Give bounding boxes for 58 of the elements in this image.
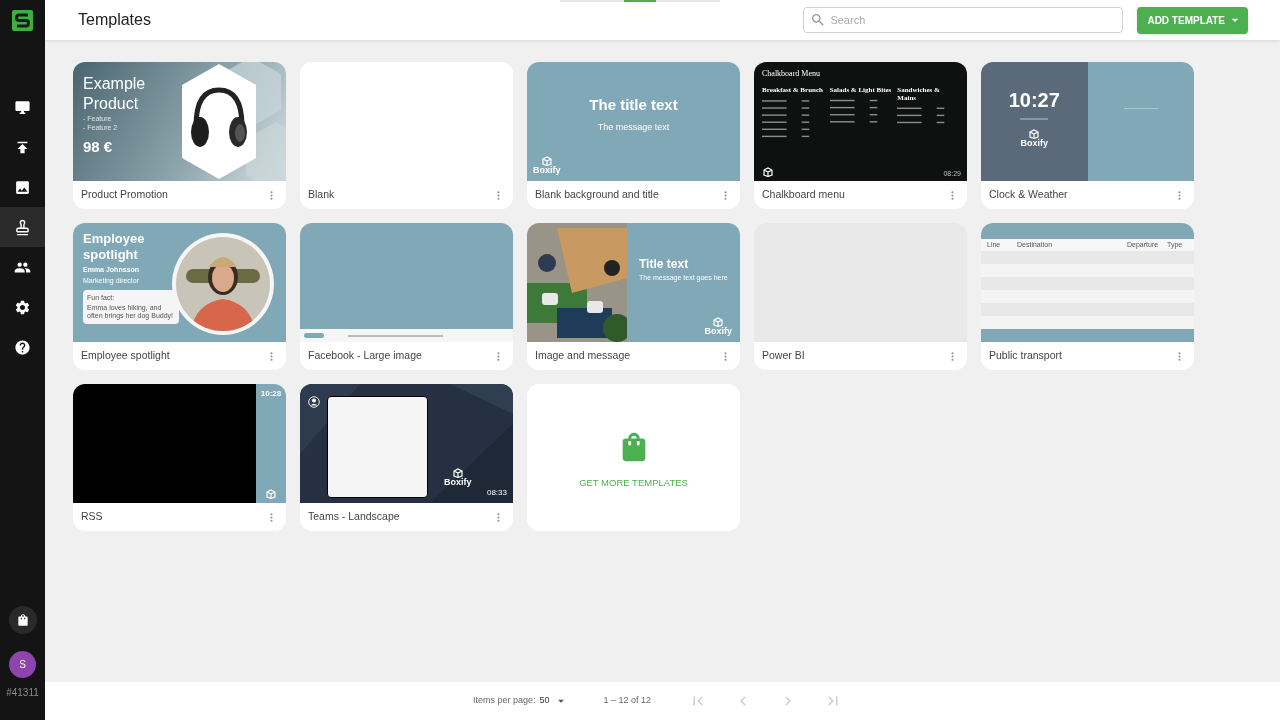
clock-time: 10:28	[260, 388, 282, 400]
box-logo-icon	[451, 467, 464, 478]
box-logo-icon	[1028, 128, 1041, 139]
items-per-page-select[interactable]: 50	[539, 694, 568, 708]
preview-title: Title text	[639, 256, 690, 273]
settings-icon	[14, 298, 31, 316]
price: 98 €	[83, 137, 114, 157]
brand-name: Boxify	[1020, 139, 1048, 148]
template-card[interactable]: 10:27 Boxify Clock & Weather	[981, 62, 1194, 209]
app-logo-icon[interactable]	[12, 10, 33, 31]
account-number: #41311	[6, 686, 39, 700]
user-avatar[interactable]: S	[9, 651, 36, 678]
brand-name: Boxify	[444, 478, 472, 487]
template-card[interactable]: Facebook - Large image	[300, 223, 513, 370]
sidebar-item[interactable]	[0, 207, 45, 247]
promo-title: Example Product	[83, 74, 147, 114]
image-icon	[14, 178, 31, 196]
template-name: Image and message	[535, 348, 631, 364]
template-name: Power BI	[762, 348, 805, 364]
box-logo-icon	[762, 166, 774, 177]
clock-time: 08:33	[486, 487, 507, 499]
template-name: Chalkboard menu	[762, 187, 845, 203]
search-field[interactable]: Search	[803, 7, 1124, 33]
menu-title: Chalkboard Menu	[762, 68, 821, 80]
search-icon	[810, 12, 827, 28]
template-card[interactable]: Boxify 08:33 Teams - Landscape	[300, 384, 513, 531]
template-card[interactable]: Blank	[300, 62, 513, 209]
items-per-page-label: Items per page:	[473, 694, 536, 708]
monitor-icon	[14, 98, 31, 116]
clock-time: 10:27	[1008, 90, 1060, 110]
template-name: Blank background and title	[535, 187, 659, 203]
page-range: 1 – 12 of 12	[603, 694, 652, 708]
shopping-bag-icon	[15, 613, 30, 627]
template-name: Employee spotlight	[81, 348, 170, 364]
shop-button[interactable]	[8, 606, 37, 634]
spotlight-title: Employee spotlight	[83, 231, 146, 263]
template-name: RSS	[81, 509, 103, 525]
template-name: Facebook - Large image	[308, 348, 422, 364]
box-logo-icon	[540, 155, 553, 166]
help-icon	[14, 338, 31, 356]
preview-title: The title text	[589, 95, 678, 115]
brand-name: Boxify	[704, 327, 732, 336]
box-logo-icon	[265, 488, 277, 499]
template-card[interactable]: Power BI	[754, 223, 967, 370]
brand-name: Boxify	[533, 166, 561, 175]
template-name: Public transport	[989, 348, 1062, 364]
template-card[interactable]: 10:28 RSS	[73, 384, 286, 531]
toggle-icon	[304, 333, 324, 338]
preview-message: The message text	[597, 120, 670, 134]
template-name: Blank	[308, 187, 335, 203]
page-title: Templates	[78, 10, 151, 30]
box-logo-icon	[712, 316, 725, 327]
template-card[interactable]: The title text The message text Boxify Blank background and title	[527, 62, 740, 209]
stamp-icon	[14, 218, 31, 236]
template-name: Product Promotion	[81, 187, 168, 203]
template-name: Teams - Landscape	[308, 509, 400, 525]
template-name: Clock & Weather	[989, 187, 1068, 203]
user-icon	[308, 396, 320, 408]
